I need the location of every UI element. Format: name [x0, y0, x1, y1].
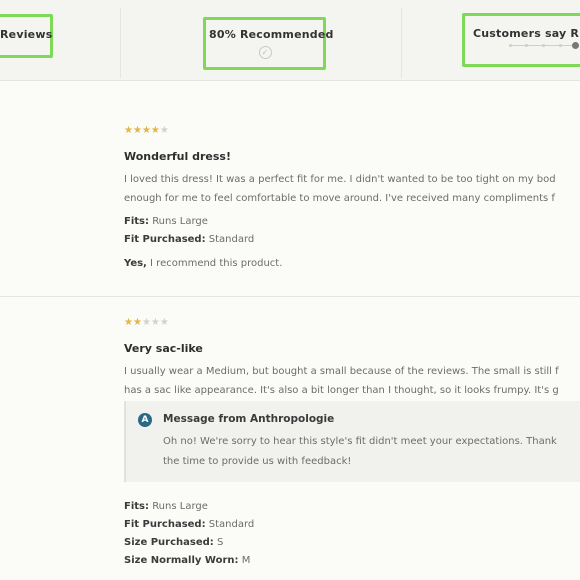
size-purchased-attribute: Size Purchased: S [124, 534, 254, 552]
review-summary-bar: Reviews 80% Recommended ✓ Customers say … [0, 0, 580, 81]
size-normally-label: Size Normally Worn: [124, 555, 239, 566]
reply-body-line: Oh no! We're sorry to hear this style's … [163, 436, 557, 447]
star-rating: ★★★★★ [124, 317, 580, 329]
fit-summary-box[interactable]: Customers say Runs [462, 13, 580, 67]
review-body-line: has a sac like appearance. It's also a b… [124, 385, 559, 396]
fits-value: Runs Large [152, 216, 208, 227]
star-filled-icon: ★ [132, 317, 142, 328]
fit-scale-tick [542, 44, 545, 47]
recommend-yes: Yes, [124, 258, 147, 269]
fit-purchased-value: Standard [208, 519, 255, 530]
summary-divider [401, 8, 402, 78]
size-purchased-label: Size Purchased: [124, 537, 214, 548]
star-filled-icon: ★ [124, 125, 133, 136]
brand-reply: A Message from Anthropologie Oh no! We'r… [124, 401, 580, 482]
review-item: ★★★★★ Wonderful dress! I loved this dres… [124, 125, 580, 269]
fits-attribute: Fits: Runs Large [124, 498, 254, 516]
fit-purchased-label: Fit Purchased: [124, 234, 206, 245]
recommended-box[interactable]: 80% Recommended ✓ [203, 17, 333, 70]
review-divider [0, 296, 580, 297]
review-title: Very sac-like [124, 342, 203, 355]
review-attributes: Fits: Runs Large Fit Purchased: Standard… [124, 498, 254, 570]
star-filled-icon: ★ [132, 125, 142, 136]
review-body-line: enough for me to feel comfortable to mov… [124, 193, 555, 204]
fit-scale-tick [559, 44, 562, 47]
checkmark-circle-icon: ✓ [258, 46, 272, 59]
review-title: Wonderful dress! [124, 150, 231, 163]
fit-purchased-value: Standard [208, 234, 255, 245]
reviews-label: Reviews [0, 28, 53, 41]
recommend-text: I recommend this product. [150, 258, 283, 269]
star-empty-icon: ★ [141, 317, 151, 328]
size-purchased-value: S [216, 537, 224, 548]
fits-attribute: Fits: Runs Large [124, 213, 580, 231]
fit-scale-indicator [572, 42, 579, 49]
reply-title: Message from Anthropologie [163, 413, 335, 425]
fit-scale-slider [509, 42, 579, 49]
recommendation: Yes, I recommend this product. [124, 258, 580, 269]
review-item: ★★★★★ Very sac-like I usually wear a Med… [124, 317, 580, 400]
star-empty-icon: ★ [159, 317, 169, 328]
fits-value: Runs Large [152, 501, 208, 512]
star-empty-icon: ★ [159, 125, 169, 136]
star-filled-icon: ★ [124, 317, 133, 328]
reply-body: Oh no! We're sorry to hear this style's … [163, 432, 557, 472]
brand-avatar-icon: A [138, 413, 152, 427]
reviews-count-box[interactable]: Reviews [0, 14, 53, 58]
fits-label: Fits: [124, 501, 149, 512]
review-body: I usually wear a Medium, but bought a sm… [124, 362, 580, 400]
fit-purchased-attribute: Fit Purchased: Standard [124, 516, 254, 534]
fit-purchased-label: Fit Purchased: [124, 519, 206, 530]
fit-purchased-attribute: Fit Purchased: Standard [124, 231, 580, 249]
review-body-line: I usually wear a Medium, but bought a sm… [124, 366, 559, 377]
review-body-line: I loved this dress! It was a perfect fit… [124, 174, 556, 185]
fit-scale-tick [525, 44, 528, 47]
star-empty-icon: ★ [150, 317, 160, 328]
size-normally-worn-attribute: Size Normally Worn: M [124, 552, 254, 570]
summary-divider [120, 8, 121, 78]
star-rating: ★★★★★ [124, 125, 580, 137]
review-body: I loved this dress! It was a perfect fit… [124, 170, 580, 208]
fits-label: Fits: [124, 216, 149, 227]
star-filled-icon: ★ [141, 125, 151, 136]
reply-body-line: the time to provide us with feedback! [163, 456, 352, 467]
fit-label: Customers say Runs [473, 27, 580, 40]
fit-scale-tick [509, 44, 512, 47]
star-filled-icon: ★ [150, 125, 160, 136]
recommended-label: 80% Recommended [209, 28, 334, 41]
size-normally-value: M [241, 555, 251, 566]
